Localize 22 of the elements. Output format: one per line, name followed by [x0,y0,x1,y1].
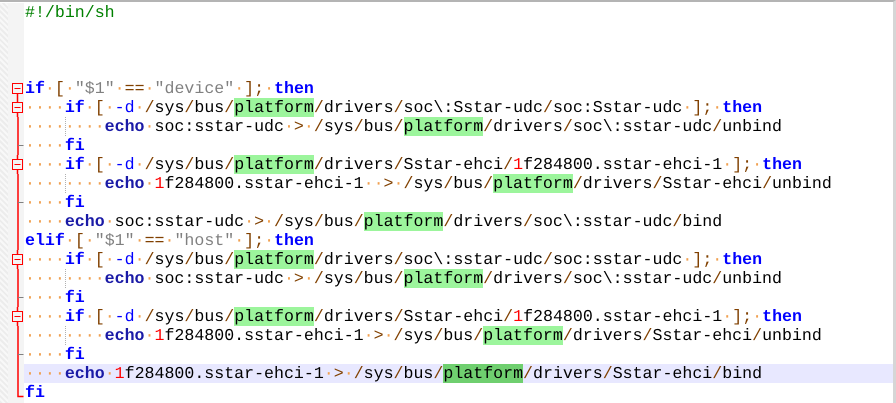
code-line: ····if·[·-d·/sys/bus/platform/drivers/Sstar-ehci/1f284800.sstar-ehci-1·];·then [25,307,802,326]
code-line: ····fi [25,136,85,155]
code-line: ····if·[·-d·/sys/bus/platform/drivers/soc\:sstar-udc/soc:sstar-udc·];·then [25,250,762,269]
code-line: ····fi [25,193,85,212]
code-line: ····fi [25,288,85,307]
code-line: fi [25,383,45,402]
code-line: ········echo·soc:sstar-udc·>·/sys/bus/platform/drivers/soc\:sstar-udc/unbind [25,269,782,288]
fold-toggle-icon[interactable] [12,98,23,117]
code-line: ········echo·soc:sstar-udc·>·/sys/bus/platform/drivers/soc\:sstar-udc/unbind [25,117,782,136]
code-line: ····echo·1f284800.sstar-ehci-1·>·/sys/bus/platform/drivers/Sstar-ehci/bind [25,364,762,383]
fold-toggle-icon[interactable] [12,307,23,326]
code-line: ········echo·1f284800.sstar-ehci-1·>·/sys/bus/platform/drivers/Sstar-ehci/unbind [25,326,822,345]
fold-toggle-icon[interactable] [12,250,23,269]
code-line: ········echo·1f284800.sstar-ehci-1··>·/sys/bus/platform/drivers/Sstar-ehci/unbind [25,174,832,193]
fold-toggle-icon[interactable] [12,155,23,174]
code-line: ····if·[·-d·/sys/bus/platform/drivers/Sstar-ehci/1f284800.sstar-ehci-1·];·then [25,155,802,174]
code-line: if·[·"$1"·==·"device"·];·then [25,79,314,98]
code-line: elif·[·"$1"·==·"host"·];·then [25,231,314,250]
code-line: ····echo·soc:sstar-udc·>·/sys/bus/platform/drivers/soc\:sstar-udc/bind [25,212,722,231]
code-line: #!/bin/sh [25,3,115,22]
code-line: ····if·[·-d·/sys/bus/platform/drivers/soc\:Sstar-udc/soc:Sstar-udc·];·then [25,98,762,117]
code-line: ····fi [25,345,85,364]
